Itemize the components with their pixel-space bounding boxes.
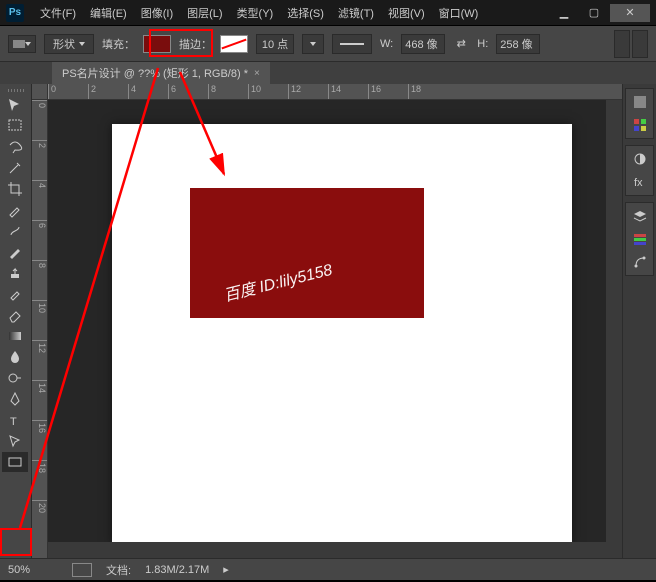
- close-button[interactable]: ✕: [610, 4, 650, 22]
- fill-color-swatch[interactable]: [143, 35, 171, 53]
- lasso-tool[interactable]: [2, 137, 28, 157]
- status-bar: 50% 文档: 1.83M/2.17M ▸: [0, 558, 656, 580]
- healing-brush-tool[interactable]: [2, 221, 28, 241]
- marquee-tool[interactable]: [2, 116, 28, 136]
- stroke-label: 描边：: [179, 36, 212, 52]
- height-input[interactable]: 258 像: [496, 34, 540, 54]
- svg-text:fx: fx: [634, 177, 643, 189]
- paths-panel-icon[interactable]: [628, 252, 652, 272]
- menu-type[interactable]: 类型(Y): [231, 2, 280, 24]
- titlebar: Ps 文件(F) 编辑(E) 图像(I) 图层(L) 类型(Y) 选择(S) 滤…: [0, 0, 656, 26]
- zoom-level[interactable]: 50%: [8, 564, 58, 576]
- gradient-tool[interactable]: [2, 326, 28, 346]
- menu-view[interactable]: 视图(V): [382, 2, 431, 24]
- minimize-button[interactable]: ▁: [550, 4, 578, 22]
- menu-layer[interactable]: 图层(L): [181, 2, 228, 24]
- adjustments-panel-icon[interactable]: [628, 149, 652, 169]
- ruler-origin[interactable]: [32, 84, 48, 100]
- rectangle-tool[interactable]: [2, 452, 28, 472]
- ruler-vertical[interactable]: 02468101214161820: [32, 100, 48, 558]
- align-edges-button[interactable]: [614, 30, 630, 58]
- move-tool[interactable]: [2, 95, 28, 115]
- canvas-area: 024681012141618 02468101214161820 百度 ID:…: [32, 84, 622, 558]
- chevron-down-icon: [310, 42, 316, 46]
- stroke-width-input[interactable]: 10 点: [256, 34, 294, 54]
- document-tab[interactable]: PS名片设计 @ ??% (矩形 1, RGB/8) * ×: [52, 61, 270, 84]
- options-bar: 形状 填充： 描边： 10 点 W: 468 像 ⇄ H: 258 像: [0, 26, 656, 62]
- maximize-button[interactable]: ▢: [580, 4, 608, 22]
- preview-icon[interactable]: [72, 563, 92, 577]
- scrollbar-vertical[interactable]: [606, 100, 622, 558]
- status-flyout-icon[interactable]: ▸: [223, 563, 229, 576]
- document-tabbar: PS名片设计 @ ??% (矩形 1, RGB/8) * ×: [0, 62, 656, 84]
- app-logo: Ps: [6, 4, 24, 22]
- swatches-panel-icon[interactable]: [628, 115, 652, 135]
- layers-panel-icon[interactable]: [628, 206, 652, 226]
- menubar: 文件(F) 编辑(E) 图像(I) 图层(L) 类型(Y) 选择(S) 滤镜(T…: [34, 2, 484, 24]
- clone-stamp-tool[interactable]: [2, 263, 28, 283]
- history-brush-tool[interactable]: [2, 284, 28, 304]
- canvas-document[interactable]: 百度 ID:lily5158: [112, 124, 572, 544]
- document-tab-title: PS名片设计 @ ??% (矩形 1, RGB/8) *: [62, 65, 248, 81]
- brush-tool[interactable]: [2, 242, 28, 262]
- right-panel-dock: fx: [622, 84, 656, 558]
- crop-tool[interactable]: [2, 179, 28, 199]
- toolbox: T: [0, 84, 32, 558]
- color-panel-icon[interactable]: [628, 92, 652, 112]
- styles-panel-icon[interactable]: fx: [628, 172, 652, 192]
- shape-mode-label: 形状: [53, 36, 75, 52]
- chevron-down-icon: [79, 42, 85, 46]
- stroke-width-stepper[interactable]: [302, 34, 324, 54]
- docsize-label: 文档:: [106, 562, 131, 578]
- width-label: W:: [380, 38, 393, 50]
- width-input[interactable]: 468 像: [401, 34, 445, 54]
- magic-wand-tool[interactable]: [2, 158, 28, 178]
- height-label: H:: [477, 38, 488, 50]
- eyedropper-tool[interactable]: [2, 200, 28, 220]
- scrollbar-horizontal[interactable]: [48, 542, 606, 558]
- svg-text:T: T: [10, 416, 17, 428]
- channels-panel-icon[interactable]: [628, 229, 652, 249]
- menu-edit[interactable]: 编辑(E): [84, 2, 133, 24]
- shape-mode-select[interactable]: 形状: [44, 34, 94, 54]
- stroke-style-select[interactable]: [332, 34, 372, 54]
- link-dimensions-icon[interactable]: ⇄: [453, 36, 469, 52]
- toolbox-grip[interactable]: [2, 86, 29, 94]
- dodge-tool[interactable]: [2, 368, 28, 388]
- ruler-horizontal[interactable]: 024681012141618: [48, 84, 622, 100]
- menu-image[interactable]: 图像(I): [135, 2, 179, 24]
- chevron-down-icon: [25, 42, 31, 46]
- blur-tool[interactable]: [2, 347, 28, 367]
- close-tab-icon[interactable]: ×: [254, 68, 260, 79]
- workspace: T 024681012141618 02468101214161820 百度 I…: [0, 84, 656, 558]
- menu-filter[interactable]: 滤镜(T): [332, 2, 380, 24]
- menu-select[interactable]: 选择(S): [281, 2, 330, 24]
- tool-preset-picker[interactable]: [8, 35, 36, 53]
- menu-window[interactable]: 窗口(W): [433, 2, 485, 24]
- window-controls: ▁ ▢ ✕: [550, 4, 650, 22]
- pen-tool[interactable]: [2, 389, 28, 409]
- type-tool[interactable]: T: [2, 410, 28, 430]
- path-selection-tool[interactable]: [2, 431, 28, 451]
- docsize-value: 1.83M/2.17M: [145, 564, 209, 576]
- eraser-tool[interactable]: [2, 305, 28, 325]
- stroke-color-swatch[interactable]: [220, 35, 248, 53]
- path-options-button[interactable]: [632, 30, 648, 58]
- menu-file[interactable]: 文件(F): [34, 2, 82, 24]
- fill-label: 填充：: [102, 36, 135, 52]
